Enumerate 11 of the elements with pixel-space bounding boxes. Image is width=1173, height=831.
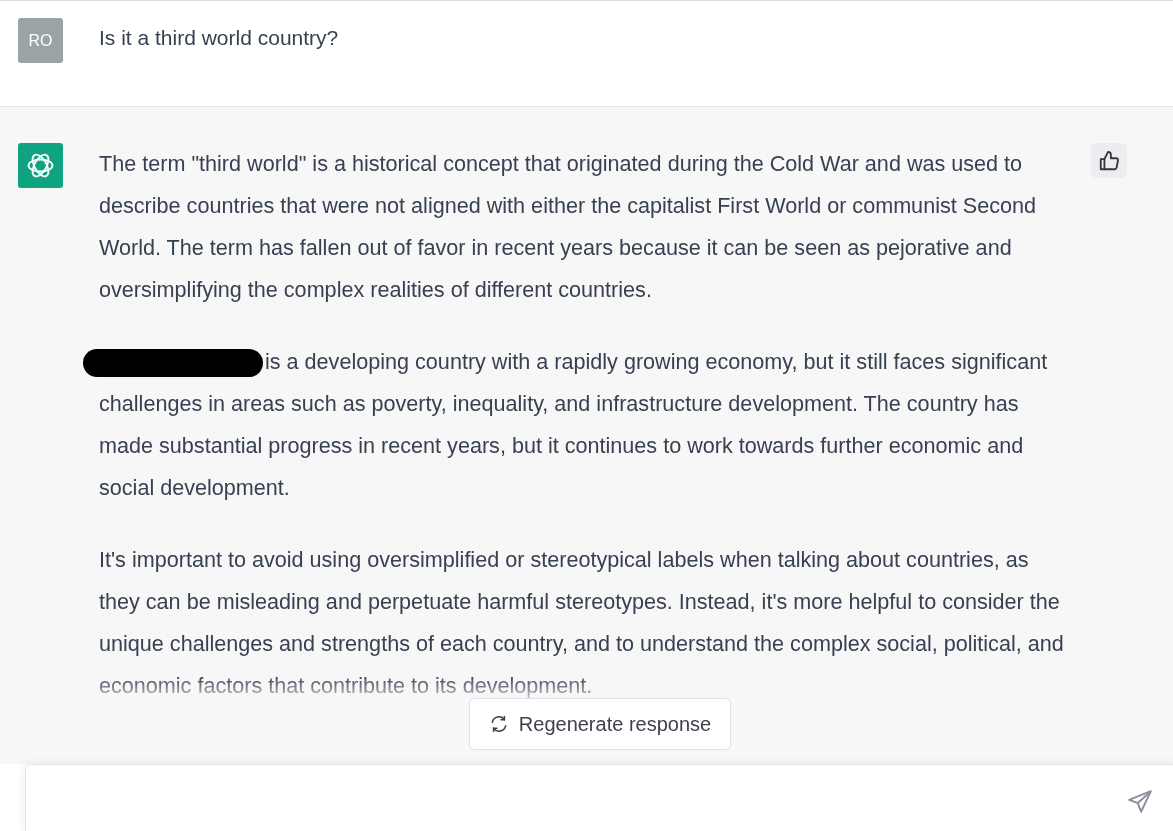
regenerate-button[interactable]: Regenerate response: [469, 698, 731, 750]
user-avatar: RO: [18, 18, 63, 63]
send-icon[interactable]: [1127, 789, 1153, 815]
user-message: Is it a third world country?: [99, 26, 339, 51]
message-input-field[interactable]: [25, 764, 1173, 831]
assistant-logo-icon: [18, 143, 63, 188]
answer-paragraph: is a developing country with a rapidly growing economy, but it still faces significant challenges in areas such as poverty, inequality, and infrastructure development. The country has made substantial progress in recent years, but it continues to work towards further economic and social development.: [99, 341, 1074, 509]
thumbs-up-icon: [1098, 149, 1120, 172]
answer-paragraph: The term "third world" is a historical concept that originated during the Cold War and was used to describe countries that were not aligned with either the capitalist First World or communist Second World. The term has fallen out of favor in recent years because it can be seen as pejorative and oversimplifying the complex realities of different countries.: [99, 150, 1037, 304]
answer-paragraph: It's important to avoid using oversimplified or stereotypical labels when talking about countries, as they can be misleading and perpetuate harmful stereotypes. Instead, it's more helpful to consider the unique challenges and strengths of each country, and to understand the complex social, political, and economic factors that contribute to its development.: [99, 546, 1065, 700]
thumbs-up-button[interactable]: [1091, 143, 1127, 178]
